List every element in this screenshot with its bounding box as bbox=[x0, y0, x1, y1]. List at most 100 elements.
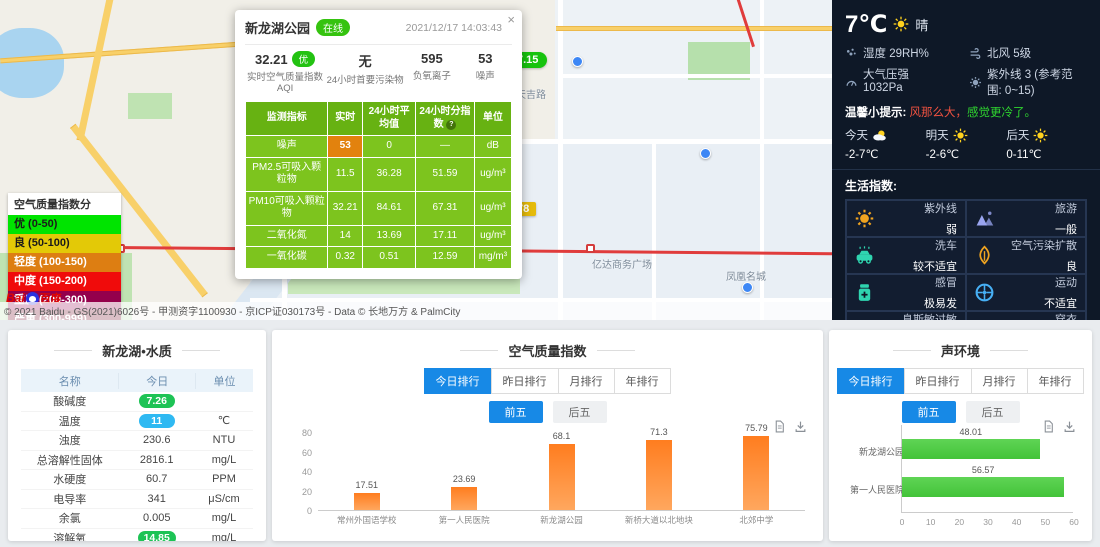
forecast-day: 今天 -2-7℃ bbox=[845, 127, 926, 161]
bar-category-label: 第一人民医院 bbox=[850, 483, 904, 496]
sound-tab[interactable]: 今日排行 bbox=[837, 368, 905, 394]
sun-icon bbox=[953, 128, 968, 143]
pressure-label: 大气压强 bbox=[863, 69, 909, 81]
aqi-tab[interactable]: 昨日排行 bbox=[491, 368, 559, 394]
station-popup: × 新龙湖公园 在线 2021/12/17 14:03:43 32.21优实时空… bbox=[235, 10, 522, 279]
bar-category-label: 新龙湖公园 bbox=[859, 445, 904, 458]
map-park-area bbox=[128, 93, 172, 119]
water-table-row: 电导率341μS/cm bbox=[21, 490, 253, 510]
download-icon[interactable] bbox=[794, 420, 807, 433]
sound-tab[interactable]: 昨日排行 bbox=[904, 368, 972, 394]
sound-tab[interactable]: 年排行 bbox=[1027, 368, 1084, 394]
life-index-cell: 空气污染扩散良 bbox=[966, 237, 1086, 274]
x-axis-tick: 50 bbox=[1041, 517, 1050, 527]
water-table-row: 总溶解性固体2816.1mg/L bbox=[21, 451, 253, 471]
popup-stat: 32.21优实时空气质量指数AQI bbox=[245, 51, 325, 94]
y-axis-tick: 0 bbox=[307, 506, 312, 516]
popup-metrics-table: 监测指标实时24小时平均值24小时分指数 ?单位 噪声530—dBPM2.5可吸… bbox=[245, 101, 512, 269]
life-index-cell: 运动不适宜 bbox=[966, 274, 1086, 311]
sound-card: 声环境 今日排行昨日排行月排行年排行 前五后五 新龙湖公园 48.01 第一人民… bbox=[829, 330, 1092, 541]
popup-stat: 595负氧离子 bbox=[405, 51, 458, 94]
life-index-cell: 穿衣冷 bbox=[966, 311, 1086, 320]
sun-icon bbox=[1033, 128, 1048, 143]
aqi-tab[interactable]: 年排行 bbox=[614, 368, 671, 394]
bar[interactable] bbox=[451, 487, 477, 510]
water-table-row: 溶解氧14.85mg/L bbox=[21, 529, 253, 542]
bar[interactable] bbox=[549, 444, 575, 510]
baidu-map[interactable]: 1号线 天吉路 亿达商务广场 凤凰名城 常州北站 沪蓉高速 7.15 新龙湖公园… bbox=[0, 0, 832, 320]
tip-text-red: 风那么大， bbox=[910, 107, 968, 119]
aqi-range-button[interactable]: 前五 bbox=[489, 401, 543, 423]
life-index-grid: 紫外线弱 旅游一般 洗车较不适宜 空气污染扩散良 感冒极易发 运动不适宜 息斯敏… bbox=[845, 199, 1087, 320]
popup-table-header: 单位 bbox=[474, 102, 511, 136]
aqi-tab[interactable]: 今日排行 bbox=[424, 368, 492, 394]
map-poi-icon[interactable] bbox=[742, 282, 753, 293]
bar[interactable] bbox=[646, 440, 672, 510]
map-highway bbox=[76, 0, 114, 141]
popup-table-header: 24小时平均值 bbox=[363, 102, 416, 136]
map-poi-icon[interactable] bbox=[572, 56, 583, 67]
close-icon[interactable]: × bbox=[507, 13, 515, 26]
cloud-sun-icon bbox=[872, 128, 887, 143]
aqi-grade-badge: 优 bbox=[292, 51, 316, 67]
map-water-area bbox=[0, 28, 64, 98]
bar[interactable] bbox=[354, 493, 380, 510]
popup-table-header: 监测指标 bbox=[246, 102, 328, 136]
water-table-row: 余氯0.005mg/L bbox=[21, 509, 253, 529]
bar-value-label: 23.69 bbox=[453, 474, 476, 484]
forecast-day: 后天 0-11℃ bbox=[1006, 127, 1087, 161]
bar[interactable] bbox=[902, 477, 1064, 497]
dashboard: 1号线 天吉路 亿达商务广场 凤凰名城 常州北站 沪蓉高速 7.15 新龙湖公园… bbox=[0, 0, 1100, 547]
wind-icon bbox=[969, 47, 982, 60]
bar[interactable] bbox=[902, 439, 1040, 459]
uv-sun-icon bbox=[854, 208, 875, 229]
bar-value-label: 56.57 bbox=[972, 465, 995, 475]
bar-slot: 23.69 第一人民医院 bbox=[415, 433, 512, 510]
popup-stat: 53噪声 bbox=[459, 51, 512, 94]
water-table-row: 水硬度60.7PPM bbox=[21, 470, 253, 490]
sound-tab[interactable]: 月排行 bbox=[971, 368, 1028, 394]
weather-condition: 晴 bbox=[915, 15, 928, 34]
bar-slot: 75.79 北郊中学 bbox=[708, 433, 805, 510]
popup-timestamp: 2021/12/17 14:03:43 bbox=[406, 22, 502, 34]
bar-value-label: 75.79 bbox=[745, 423, 768, 433]
popup-table-header: 24小时分指数 ? bbox=[416, 102, 475, 136]
aqi-tab[interactable]: 月排行 bbox=[558, 368, 615, 394]
info-icon[interactable]: ? bbox=[446, 120, 456, 130]
weather-panel: 7℃ 晴 湿度 29RH% 北风 5级 大气压强1032Pa 紫外线 3 (参考… bbox=[832, 0, 1100, 320]
water-table-header: 名称 bbox=[21, 373, 118, 389]
sound-range-button[interactable]: 前五 bbox=[902, 401, 956, 423]
metro-station-icon bbox=[586, 244, 595, 253]
popup-table-row: 二氧化氮1413.6917.11ug/m³ bbox=[246, 225, 512, 247]
leaf-icon bbox=[974, 245, 995, 266]
life-index-title: 生活指数: bbox=[845, 177, 1087, 194]
map-highway bbox=[556, 26, 832, 31]
tip-label: 温馨小提示: bbox=[845, 107, 906, 119]
bar-value-label: 48.01 bbox=[960, 427, 983, 437]
bar-slot: 68.1 新龙湖公园 bbox=[513, 433, 610, 510]
popup-table-row: PM2.5可吸入颗粒物11.536.2851.59ug/m³ bbox=[246, 157, 512, 191]
sound-range-button[interactable]: 后五 bbox=[966, 401, 1020, 423]
water-card-title: 新龙湖•水质 bbox=[8, 341, 266, 360]
life-index-cell: 洗车较不适宜 bbox=[846, 237, 966, 274]
aqi-range-buttons: 前五后五 bbox=[272, 401, 823, 423]
popup-table-row: 噪声530—dB bbox=[246, 136, 512, 158]
life-index-cell: 旅游一般 bbox=[966, 200, 1086, 237]
bar-category-label: 北郊中学 bbox=[739, 514, 773, 526]
popup-table-header: 实时 bbox=[328, 102, 363, 136]
x-axis-tick: 40 bbox=[1012, 517, 1021, 527]
aqi-card-title: 空气质量指数 bbox=[272, 341, 823, 360]
bar[interactable] bbox=[743, 436, 769, 510]
water-table-header: 今日 bbox=[118, 373, 195, 389]
aqi-legend-item: 轻度 (100-150) bbox=[8, 253, 121, 272]
aqi-bar-chart: 02040608017.51 常州外国语学校23.69 第一人民医院68.1 新… bbox=[290, 433, 805, 533]
x-axis-tick: 10 bbox=[926, 517, 935, 527]
popup-table-row: PM10可吸入颗粒物32.2184.6167.31ug/m³ bbox=[246, 191, 512, 225]
y-axis-tick: 20 bbox=[302, 487, 312, 497]
y-axis-tick: 60 bbox=[302, 448, 312, 458]
map-road bbox=[558, 74, 832, 78]
document-icon[interactable] bbox=[773, 420, 786, 433]
map-poi-icon[interactable] bbox=[700, 148, 711, 159]
aqi-range-button[interactable]: 后五 bbox=[553, 401, 607, 423]
wheel-icon bbox=[974, 282, 995, 303]
